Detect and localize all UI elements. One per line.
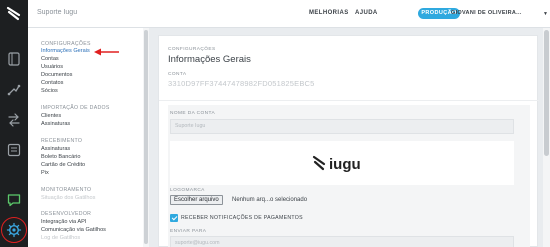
menu-item-gatilhos[interactable]: Comunicação via Gatilhos [41, 227, 106, 233]
selection-highlight [1, 217, 27, 243]
divider [159, 100, 539, 101]
page-scrollbar-thumb[interactable] [544, 30, 549, 156]
group-desenvolvedor: DESENVOLVEDOR [41, 211, 92, 217]
content-card: CONFIGURAÇÕES Informações Gerais CONTA 3… [158, 35, 539, 247]
menu-item-contas[interactable]: Contas [41, 56, 59, 62]
menu-item-socios[interactable]: Sócios [41, 88, 58, 94]
notifications-checkbox[interactable] [170, 214, 178, 222]
menu-item-situacao-gatilhos[interactable]: Situação dos Gatilhos [41, 195, 95, 201]
notifications-label[interactable]: RECEBER NOTIFICAÇÕES DE PAGAMENTOS [181, 215, 303, 221]
report-icon[interactable] [6, 142, 22, 158]
file-status: Nenhum arq...o selecionado [232, 197, 308, 203]
menu-item-boleto[interactable]: Boleto Bancário [41, 154, 81, 160]
group-importacao: IMPORTAÇÃO DE DADOS [41, 105, 110, 111]
menu-item-assinaturas[interactable]: Assinaturas [41, 146, 70, 152]
menu-item-api[interactable]: Integração via API [41, 219, 86, 225]
menu-item-contatos[interactable]: Contatos [41, 80, 63, 86]
general-info-form: NOME DA CONTA Suporte Iugu iugu LOGOMARC… [168, 105, 530, 247]
menu-item-import-assinaturas[interactable]: Assinaturas [41, 121, 70, 127]
pointer-arrow-icon [94, 48, 119, 56]
breadcrumb[interactable]: CONFIGURAÇÕES [168, 47, 216, 52]
page-title: Informações Gerais [168, 54, 251, 65]
menu-scrollbar-thumb[interactable] [144, 30, 148, 244]
svg-text:iugu: iugu [329, 156, 361, 173]
chat-icon[interactable] [6, 192, 22, 208]
top-bar: Suporte Iugu MELHORIAS AJUDA PRODUÇÃO GI… [28, 0, 550, 28]
app-rail [0, 0, 28, 247]
send-to-field[interactable]: suporte@iugu.com [170, 236, 514, 247]
menu-item-clientes[interactable]: Clientes [41, 113, 61, 119]
menu-item-cartao[interactable]: Cartão de Crédito [41, 162, 85, 168]
page-scrollbar[interactable] [543, 28, 550, 247]
group-recebimento: RECEBIMENTO [41, 138, 83, 144]
menu-item-pix[interactable]: Pix [41, 170, 49, 176]
account-name-field[interactable]: Suporte Iugu [170, 119, 514, 134]
choose-file-button[interactable]: Escolher arquivo [170, 195, 223, 205]
nav-help[interactable]: AJUDA [355, 10, 378, 16]
menu-item-informacoes-gerais[interactable]: Informações Gerais [41, 48, 90, 54]
nav-improvements[interactable]: MELHORIAS [309, 10, 349, 16]
account-name[interactable]: Suporte Iugu [37, 9, 77, 16]
iugu-logo-icon[interactable] [5, 5, 23, 23]
iugu-logo: iugu [312, 155, 361, 173]
group-monitoramento: MONITORAMENTO [41, 187, 92, 193]
send-to-label: ENVIAR PARA [170, 229, 207, 234]
account-name-label: NOME DA CONTA [170, 111, 216, 116]
menu-item-documentos[interactable]: Documentos [41, 72, 72, 78]
invoice-icon[interactable] [6, 51, 22, 67]
menu-item-log-gatilhos[interactable]: Log de Gatilhos [41, 235, 80, 241]
user-menu[interactable]: GIOVANI DE OLIVEIRA... [451, 10, 522, 16]
exchange-icon[interactable] [6, 112, 22, 128]
account-id: 3310D97FF37447478982FD051825EBC5 [168, 79, 315, 88]
menu-item-usuarios[interactable]: Usuários [41, 64, 63, 70]
logo-label: LOGOMARCA [170, 188, 205, 193]
logo-preview: iugu [170, 141, 514, 185]
account-label: CONTA [168, 72, 187, 77]
transfer-icon[interactable] [6, 82, 22, 98]
settings-menu: CONFIGURAÇÕES Informações Gerais Contas … [28, 28, 146, 247]
menu-scrollbar[interactable] [143, 28, 149, 247]
chevron-down-icon[interactable]: ▼ [543, 11, 548, 17]
group-configuracoes: CONFIGURAÇÕES [41, 41, 91, 47]
